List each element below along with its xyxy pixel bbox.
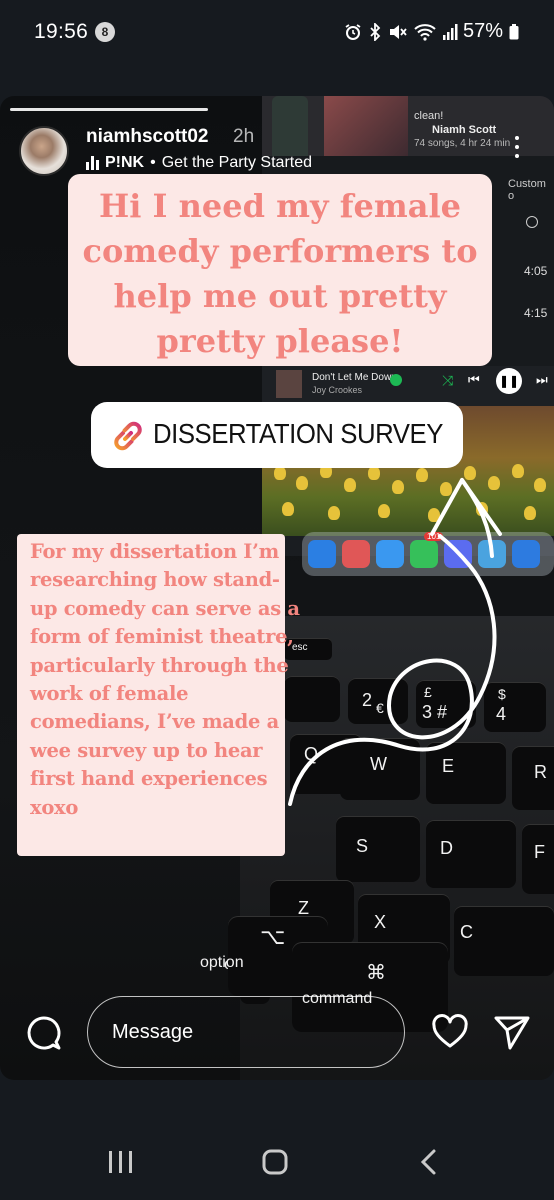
more-options-icon[interactable] — [512, 136, 522, 162]
link-icon — [114, 421, 142, 451]
avatar[interactable] — [19, 126, 69, 176]
story-progress-bar — [10, 108, 208, 111]
audio-bars-icon — [86, 156, 99, 170]
battery-icon — [509, 24, 519, 40]
story-music[interactable]: P!NK • Get the Party Started — [86, 154, 312, 172]
status-icons — [344, 21, 458, 43]
story-username[interactable]: niamhscott02 — [86, 126, 208, 148]
music-separator: • — [150, 154, 156, 171]
previous-icon: ⏮ — [468, 372, 480, 387]
reply-icon[interactable] — [26, 1015, 62, 1051]
music-artist: P!NK — [105, 154, 145, 171]
link-sticker-label[interactable]: DISSERTATION SURVEY — [153, 418, 443, 450]
now-playing-thumbnail — [276, 370, 302, 398]
heart-icon[interactable] — [431, 1014, 469, 1050]
story-posted-time: 2h — [233, 126, 255, 147]
shuffle-icon: ⤨ — [442, 372, 454, 388]
signal-icon — [443, 24, 458, 40]
story-card[interactable]: clean! Niamh Scott 74 songs, 4 hr 24 min… — [0, 96, 554, 1080]
send-icon[interactable] — [494, 1014, 530, 1050]
message-input[interactable] — [87, 996, 405, 1068]
back-icon[interactable] — [410, 1148, 450, 1178]
clock-icon — [526, 216, 538, 228]
pause-icon: ❚❚ — [496, 368, 522, 394]
arrow-scribble — [288, 478, 502, 806]
status-bar: 19:56 8 57% — [0, 0, 554, 62]
alarm-icon — [345, 24, 361, 40]
mute-icon — [390, 25, 407, 39]
album-art — [324, 96, 408, 156]
instagram-story-screen: 19:56 8 57% clean! Niamh Scott 74 songs,… — [0, 0, 554, 1200]
bluetooth-icon — [370, 23, 381, 41]
home-icon[interactable] — [255, 1148, 295, 1178]
notification-count-badge: 8 — [95, 22, 115, 42]
system-navigation-bar — [0, 1128, 554, 1200]
story-body-text: For my dissertation I’m researching how … — [30, 540, 300, 819]
status-time: 19:56 — [34, 20, 89, 43]
recent-apps-icon[interactable] — [100, 1148, 140, 1178]
story-headline: Hi I need my female comedy performers to… — [82, 187, 478, 360]
wifi-icon — [414, 24, 436, 41]
check-icon — [390, 374, 402, 386]
battery-percentage: 57% — [463, 20, 504, 42]
next-icon: ⏭ — [536, 372, 548, 387]
music-song: Get the Party Started — [161, 154, 313, 171]
